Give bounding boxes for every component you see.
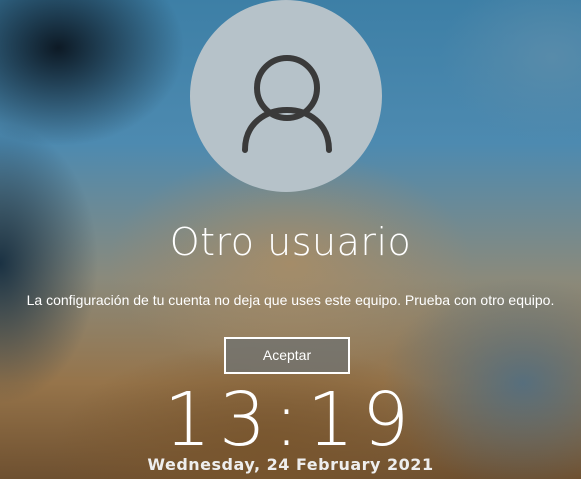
accept-button[interactable]: Aceptar — [224, 337, 350, 374]
lockscreen-date: Wednesday, 24 February 2021 — [147, 455, 434, 474]
error-message: La configuración de tu cuenta no deja qu… — [26, 292, 555, 308]
lockscreen-clock: 13:19 — [163, 377, 418, 463]
user-avatar — [190, 0, 382, 192]
user-silhouette-icon — [242, 55, 332, 153]
user-name: Otro usuario — [169, 220, 412, 264]
